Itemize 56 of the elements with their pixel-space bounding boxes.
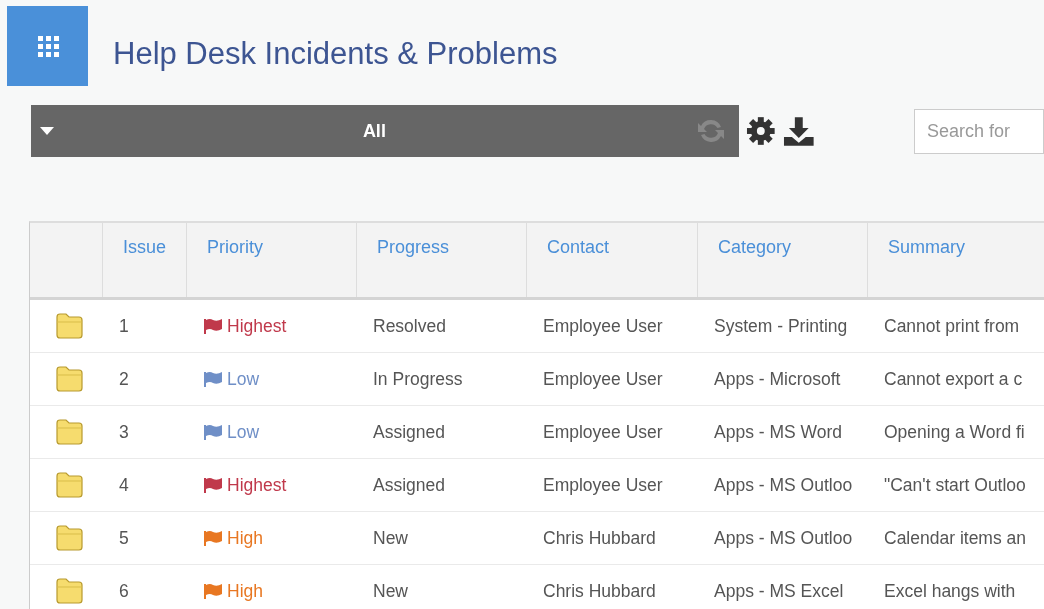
table-cell-text: Apps - MS Word: [713, 420, 844, 444]
table-cell-text: Apps - Microsoft: [713, 367, 842, 391]
download-icon[interactable]: [782, 115, 816, 147]
table-cell-text: Excel hangs with: [883, 579, 1017, 603]
table-cell-text: 3: [118, 420, 130, 444]
view-selector[interactable]: All: [31, 105, 739, 157]
table-cell-text: New: [372, 579, 409, 603]
priority-label: Low: [203, 368, 260, 390]
table-cell-text: Employee User: [542, 420, 664, 444]
table-cell-text: Employee User: [542, 314, 664, 338]
priority-label: High: [203, 580, 263, 602]
priority-label: High: [203, 527, 263, 549]
folder-icon[interactable]: [54, 470, 86, 500]
table-cell-text: Chris Hubbard: [542, 579, 657, 603]
folder-icon[interactable]: [54, 576, 86, 606]
table-cell-text: Assigned: [372, 420, 446, 444]
caret-icon: [40, 127, 54, 135]
column-header[interactable]: Issue: [102, 223, 186, 297]
table-cell-text: In Progress: [372, 367, 464, 391]
table-cell-text: Apps - MS Excel: [713, 579, 845, 603]
table-cell-text: 5: [118, 526, 130, 550]
table-cell-text: 2: [118, 367, 130, 391]
table-cell-text: Cannot print from: [883, 314, 1021, 338]
table-cell-text: System - Printing: [713, 314, 849, 338]
table-cell-text: 4: [118, 473, 130, 497]
table-cell-text: Chris Hubbard: [542, 526, 657, 550]
table-cell-text: Employee User: [542, 367, 664, 391]
table-cell-text: Employee User: [542, 473, 664, 497]
settings-icon[interactable]: [744, 115, 777, 147]
folder-icon[interactable]: [54, 417, 86, 447]
column-header[interactable]: Contact: [526, 223, 697, 297]
priority-label: Highest: [203, 315, 287, 337]
priority-label: Highest: [203, 474, 287, 496]
table-cell-text: New: [372, 526, 409, 550]
table-cell-text: "Can't start Outloo: [883, 473, 1027, 497]
table-cell-text: Cannot export a c: [883, 367, 1024, 391]
page-title: Help Desk Incidents & Problems: [113, 36, 558, 72]
column-header[interactable]: Progress: [356, 223, 526, 297]
folder-icon[interactable]: [54, 364, 86, 394]
priority-label: Low: [203, 421, 260, 443]
table-cell-text: Assigned: [372, 473, 446, 497]
table-cell-text: Calendar items an: [883, 526, 1028, 550]
table-cell-text: Resolved: [372, 314, 447, 338]
search-field[interactable]: Search for: [914, 108, 1044, 154]
folder-icon[interactable]: [54, 523, 86, 553]
column-header[interactable]: Summary: [867, 223, 1044, 297]
folder-icon[interactable]: [54, 311, 86, 341]
table-cell-text: 6: [118, 579, 130, 603]
table-cell-text: 1: [118, 314, 130, 338]
app-menu-button[interactable]: [7, 6, 88, 86]
table-cell-text: Opening a Word fi: [883, 420, 1026, 444]
table-cell-text: Apps - MS Outloo: [713, 526, 854, 550]
column-header[interactable]: Category: [697, 223, 867, 297]
grid-icon: [36, 35, 59, 57]
column-header[interactable]: Priority: [186, 223, 356, 297]
table-cell-text: Apps - MS Outloo: [713, 473, 854, 497]
